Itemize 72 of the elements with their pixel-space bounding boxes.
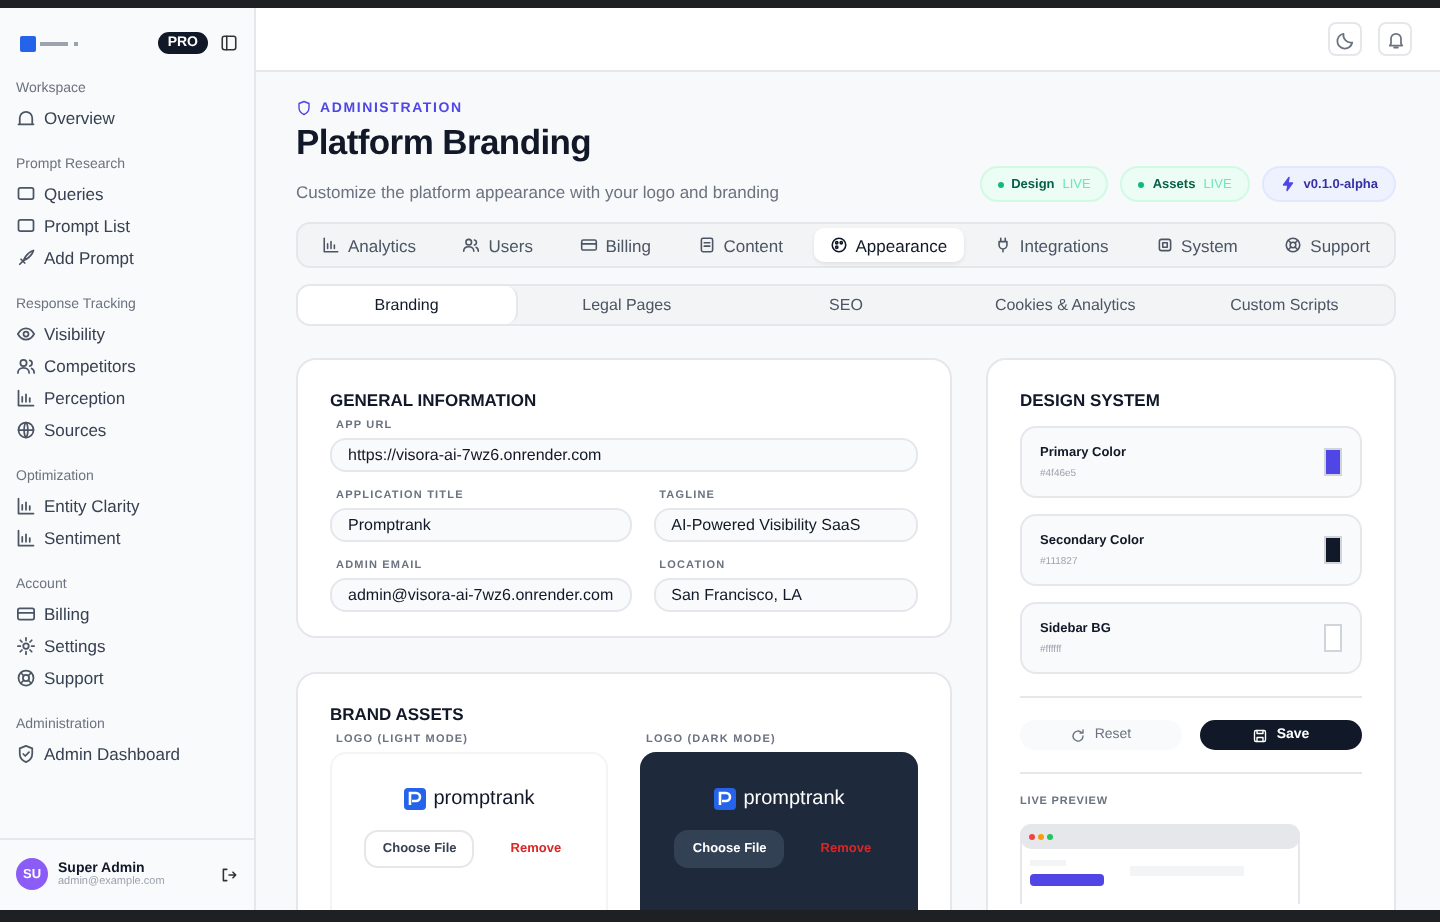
chip-icon [1155, 236, 1174, 254]
document-icon [697, 236, 716, 254]
nav-item[interactable]: Sources [16, 414, 238, 446]
lightning-icon [1279, 176, 1296, 192]
globe-icon [16, 420, 36, 440]
nav-item[interactable]: Perception [16, 382, 238, 414]
users-icon [16, 356, 36, 376]
nav-item[interactable]: Overview [16, 102, 238, 134]
input-field[interactable]: https://visora-ai-7wz6.onrender.com [330, 438, 918, 472]
lifebuoy-icon [16, 668, 36, 688]
nav-item[interactable]: Admin Dashboard [16, 738, 238, 770]
subtab[interactable]: Cookies & Analytics [955, 286, 1175, 324]
bar-chart-icon [16, 528, 36, 548]
users-icon [462, 236, 481, 254]
lifebuoy-icon [1284, 236, 1303, 254]
logo-drawing [20, 35, 80, 51]
subtab[interactable]: Branding [298, 286, 518, 324]
nav-item[interactable]: Sentiment [16, 522, 238, 554]
page-title: Platform Branding [296, 122, 594, 164]
theme-toggle-button[interactable] [1328, 22, 1362, 56]
logout-icon [220, 865, 238, 883]
subtab[interactable]: Legal Pages [517, 286, 737, 324]
eye-icon [16, 324, 36, 344]
save-icon [1252, 727, 1269, 743]
tab[interactable]: Analytics [306, 228, 433, 262]
plug-icon [993, 236, 1012, 254]
bar-chart-icon [16, 496, 36, 516]
tab[interactable]: Users [446, 228, 549, 262]
tab[interactable]: Appearance [813, 228, 964, 262]
logo-icon [713, 788, 736, 810]
tab[interactable]: Content [681, 228, 799, 262]
shield-check-icon [16, 744, 36, 764]
color-swatch[interactable] [1324, 624, 1342, 652]
notifications-button[interactable] [1378, 22, 1412, 56]
nav-item[interactable]: Billing [16, 598, 238, 630]
logo-icon [403, 788, 426, 810]
tab[interactable]: Support [1268, 228, 1386, 262]
bell-icon [1385, 29, 1405, 49]
tab[interactable]: System [1139, 228, 1254, 262]
subtab[interactable]: Custom Scripts [1174, 286, 1394, 324]
card-title: BRAND ASSETS [330, 704, 466, 724]
color-swatch[interactable] [1324, 536, 1342, 564]
card-icon [579, 236, 598, 254]
nav-item[interactable]: Support [16, 662, 238, 694]
tab[interactable]: Integrations [977, 228, 1125, 262]
nav-item[interactable]: Queries [16, 178, 238, 210]
palette-icon [829, 236, 848, 254]
nav-item[interactable]: Add Prompt [16, 242, 238, 274]
page-subtitle: Customize the platform appearance with your logo and branding [296, 182, 779, 202]
bar-chart-icon [16, 388, 36, 408]
logo-text: promptrank [743, 788, 845, 810]
subtab[interactable]: SEO [736, 286, 956, 324]
nav-item[interactable]: Settings [16, 630, 238, 662]
color-swatch[interactable] [1324, 448, 1342, 476]
input-field[interactable]: Promptrank [330, 508, 632, 542]
card-title: GENERAL INFORMATION [330, 390, 539, 410]
nav-item[interactable]: Competitors [16, 350, 238, 382]
logo-text: promptrank [433, 788, 535, 810]
bar-chart-icon [322, 236, 340, 254]
sidebar-toggle-icon [220, 34, 238, 52]
input-field[interactable]: San Francisco, LA [653, 578, 918, 612]
shield-icon [296, 100, 312, 116]
card-icon [16, 604, 36, 624]
nav-item[interactable]: Visibility [16, 318, 238, 350]
refresh-icon [1070, 727, 1087, 743]
nav-item[interactable]: Entity Clarity [16, 490, 238, 522]
moon-icon [1335, 29, 1355, 49]
card-title: DESIGN SYSTEM [1020, 390, 1162, 410]
input-field[interactable]: AI-Powered Visibility SaaS [653, 508, 918, 542]
nav-item[interactable]: Prompt List [16, 210, 238, 242]
input-field[interactable]: admin@visora-ai-7wz6.onrender.com [330, 578, 632, 612]
tab[interactable]: Billing [563, 228, 667, 262]
